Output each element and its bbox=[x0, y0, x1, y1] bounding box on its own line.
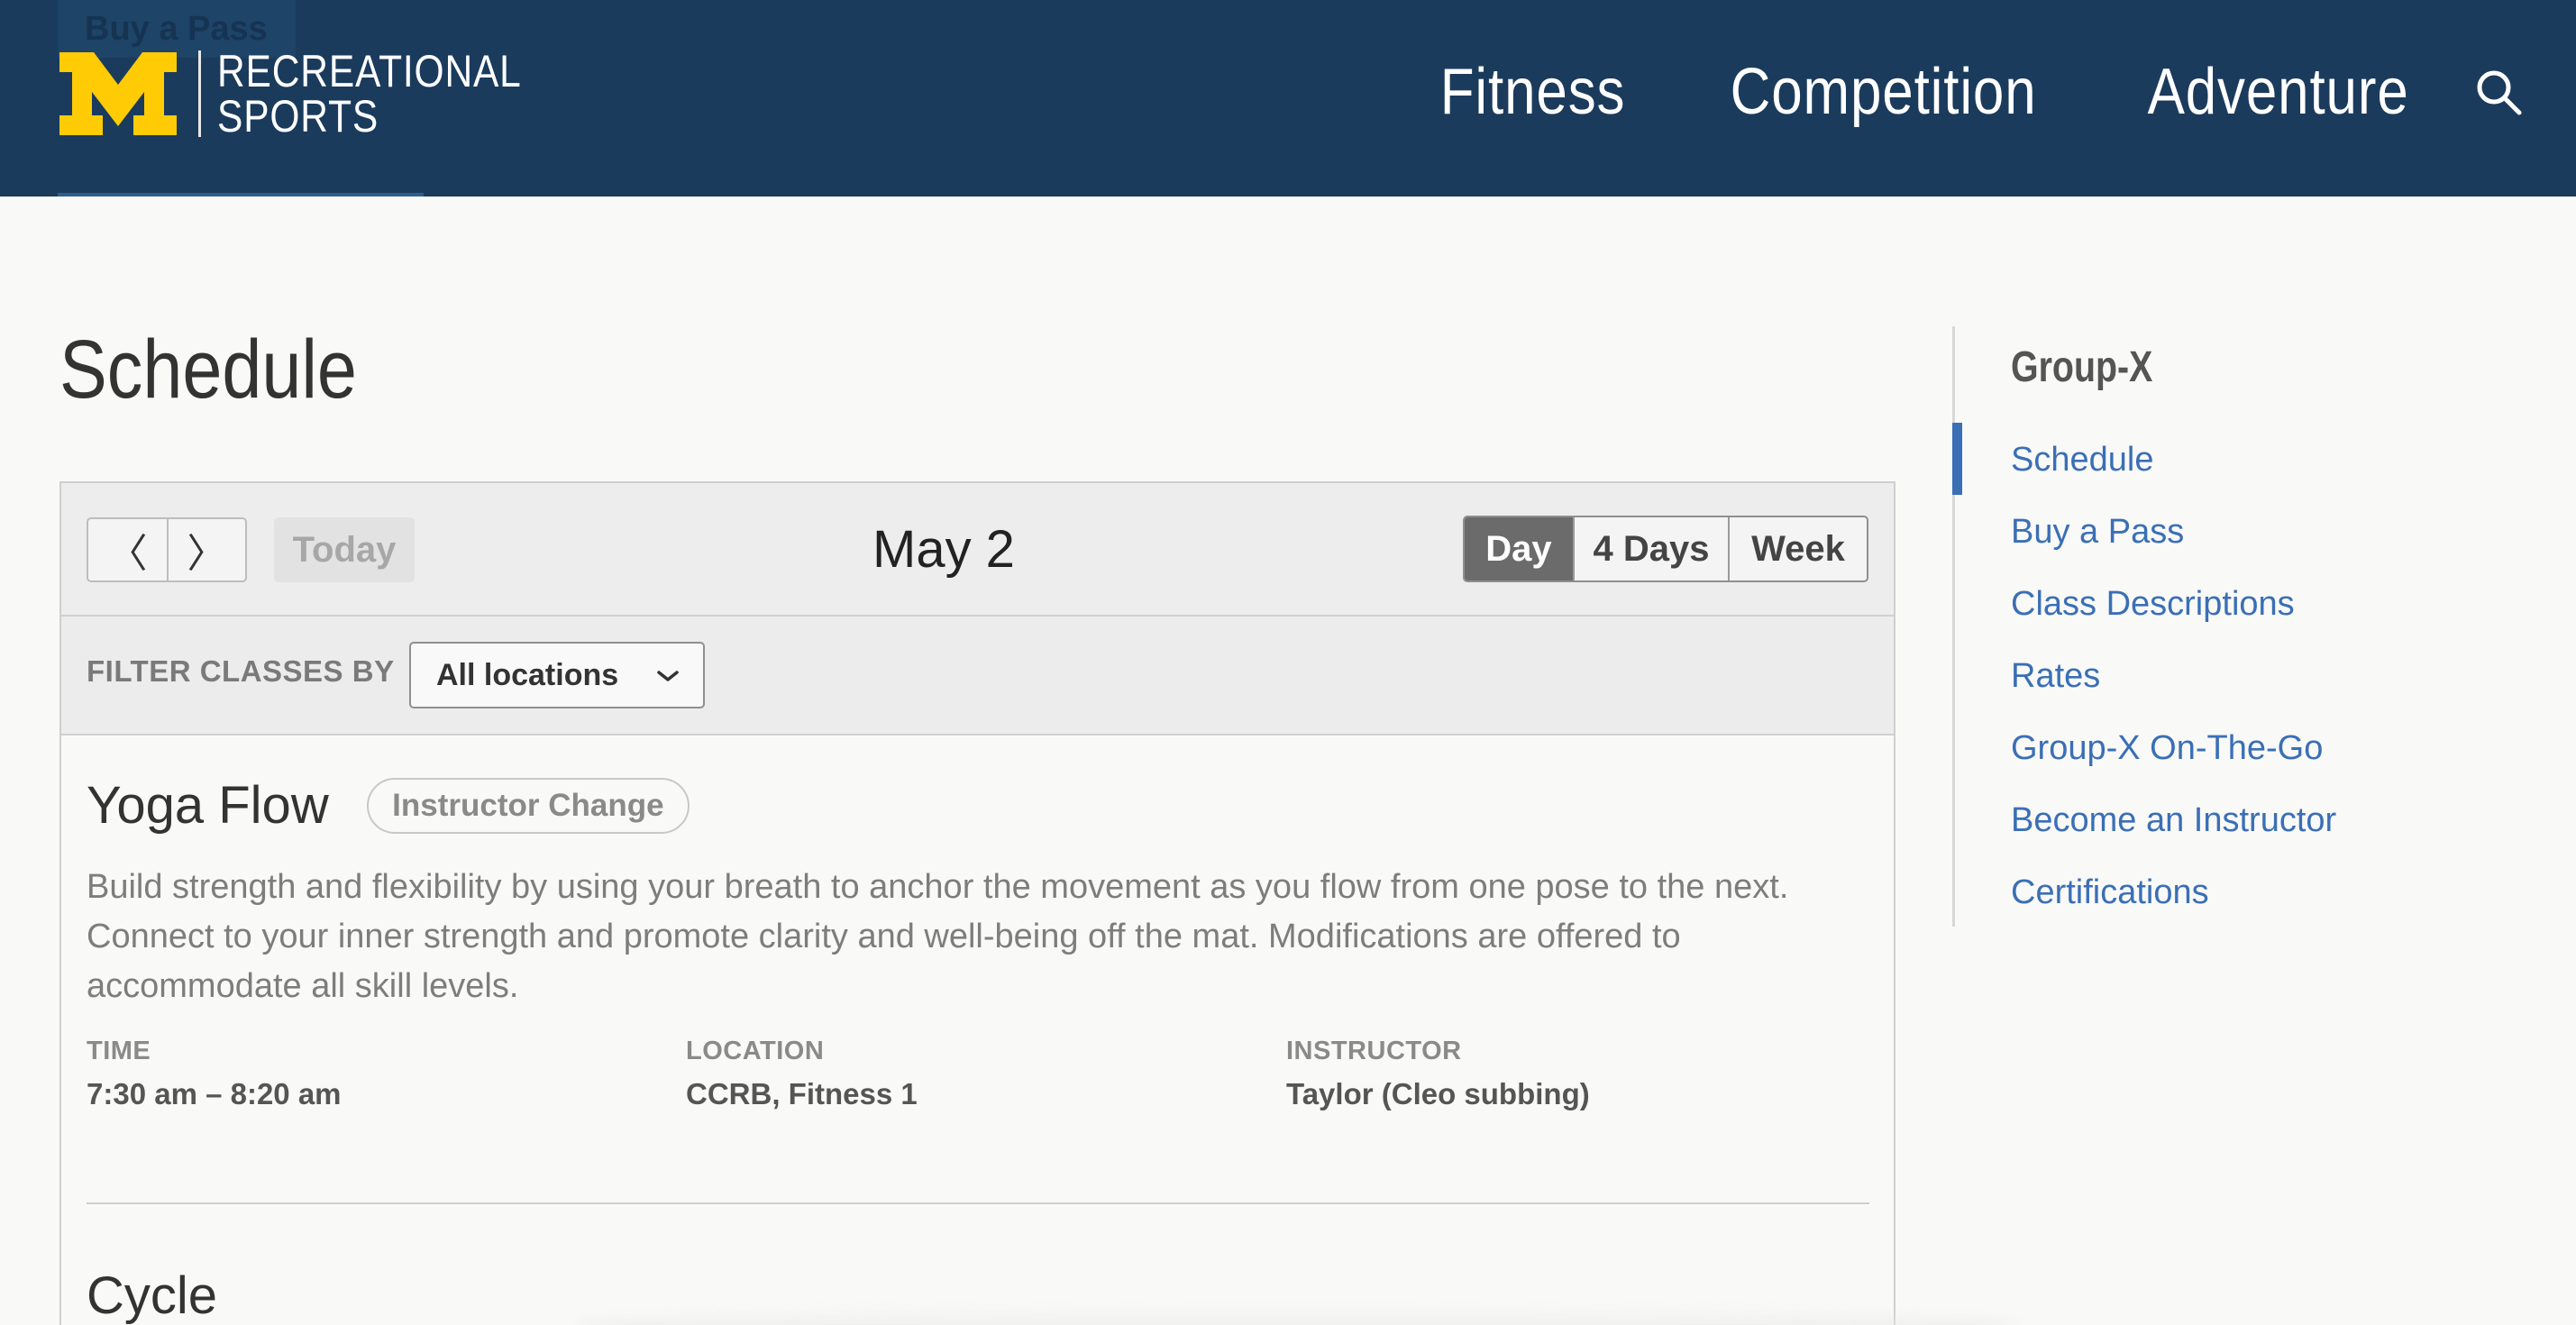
skip-link-underline bbox=[58, 193, 424, 196]
sidebar-item-certifications[interactable]: Certifications bbox=[2011, 865, 2336, 937]
sidebar-item-group-x-on-the-go[interactable]: Group-X On-The-Go bbox=[2011, 721, 2336, 793]
location-value: CCRB, Fitness 1 bbox=[686, 1077, 918, 1110]
class-meta: TIME 7:30 am – 8:20 am LOCATION CCRB, Fi… bbox=[87, 1037, 1869, 1118]
class-time: TIME 7:30 am – 8:20 am bbox=[87, 1037, 342, 1111]
today-button[interactable]: Today bbox=[274, 517, 415, 582]
logo-wordmark: RECREATIONAL SPORTS bbox=[217, 49, 522, 139]
class-location: LOCATION CCRB, Fitness 1 bbox=[686, 1037, 918, 1111]
location-filter-select[interactable]: All locations bbox=[409, 642, 705, 708]
sidebar-item-class-descriptions[interactable]: Class Descriptions bbox=[2011, 577, 2336, 649]
location-label: LOCATION bbox=[686, 1037, 825, 1065]
chevron-right-icon: 〉 bbox=[187, 532, 227, 576]
site-logo[interactable]: RECREATIONAL SPORTS bbox=[59, 49, 575, 139]
view-4-days-button[interactable]: 4 Days bbox=[1573, 517, 1728, 580]
block-m-logo-icon bbox=[59, 52, 177, 135]
class-title[interactable]: Cycle bbox=[87, 1266, 217, 1325]
status-badge: Instructor Change bbox=[367, 777, 690, 834]
class-item[interactable]: Yoga Flow Instructor Change Build streng… bbox=[87, 775, 1869, 1118]
next-day-button[interactable]: 〉 bbox=[166, 519, 245, 580]
time-label: TIME bbox=[87, 1037, 151, 1065]
nav-competition[interactable]: Competition bbox=[1730, 55, 2036, 129]
sidebar-item-buy-a-pass[interactable]: Buy a Pass bbox=[2011, 505, 2336, 577]
view-day-button[interactable]: Day bbox=[1465, 517, 1573, 580]
view-toggle: Day 4 Days Week bbox=[1463, 516, 1868, 582]
chevron-down-icon bbox=[657, 671, 679, 681]
view-week-button[interactable]: Week bbox=[1728, 517, 1867, 580]
sidebar-item-become-an-instructor[interactable]: Become an Instructor bbox=[2011, 793, 2336, 865]
instructor-value: Taylor (Cleo subbing) bbox=[1286, 1077, 1590, 1110]
sidebar-active-indicator bbox=[1952, 423, 1962, 495]
sidebar-item-rates[interactable]: Rates bbox=[2011, 649, 2336, 721]
class-description: Build strength and flexibility by using … bbox=[87, 868, 1789, 1005]
search-icon[interactable] bbox=[2475, 69, 2522, 115]
filter-label: FILTER CLASSES BY bbox=[87, 654, 395, 688]
logo-line-1: RECREATIONAL bbox=[217, 46, 522, 96]
logo-divider bbox=[198, 50, 201, 137]
section-sidebar: Group-X Schedule Buy a Pass Class Descri… bbox=[1952, 326, 2493, 927]
class-divider bbox=[87, 1202, 1869, 1204]
instructor-label: INSTRUCTOR bbox=[1286, 1037, 1462, 1065]
class-title[interactable]: Yoga Flow bbox=[87, 775, 329, 836]
chevron-left-icon: 〈 bbox=[107, 532, 148, 576]
class-instructor: INSTRUCTOR Taylor (Cleo subbing) bbox=[1286, 1037, 1590, 1111]
time-value: 7:30 am – 8:20 am bbox=[87, 1077, 342, 1110]
filter-bar: FILTER CLASSES BY All locations bbox=[61, 617, 1894, 736]
sidebar-item-schedule[interactable]: Schedule bbox=[2011, 433, 2336, 505]
current-date-label: May 2 bbox=[872, 520, 1015, 579]
sidebar-nav: Schedule Buy a Pass Class Descriptions R… bbox=[2011, 433, 2336, 937]
nav-adventure[interactable]: Adventure bbox=[2147, 55, 2408, 129]
date-nav-group: 〈 〉 bbox=[87, 517, 247, 582]
schedule-calendar: 〈 〉 Today May 2 Day 4 Days Week FILTER C… bbox=[59, 481, 1895, 1325]
sidebar-heading: Group-X bbox=[2011, 343, 2153, 391]
nav-fitness[interactable]: Fitness bbox=[1439, 55, 1625, 129]
site-header: Buy a Pass RECREATIONAL SPORTS Fitness C… bbox=[0, 0, 2576, 196]
prev-day-button[interactable]: 〈 bbox=[88, 519, 167, 580]
page-title: Schedule bbox=[59, 324, 357, 416]
logo-line-2: SPORTS bbox=[217, 91, 379, 142]
main-nav: Fitness Competition Adventure bbox=[1425, 50, 2576, 133]
location-filter-value: All locations bbox=[436, 657, 619, 692]
calendar-toolbar: 〈 〉 Today May 2 Day 4 Days Week bbox=[61, 483, 1894, 617]
